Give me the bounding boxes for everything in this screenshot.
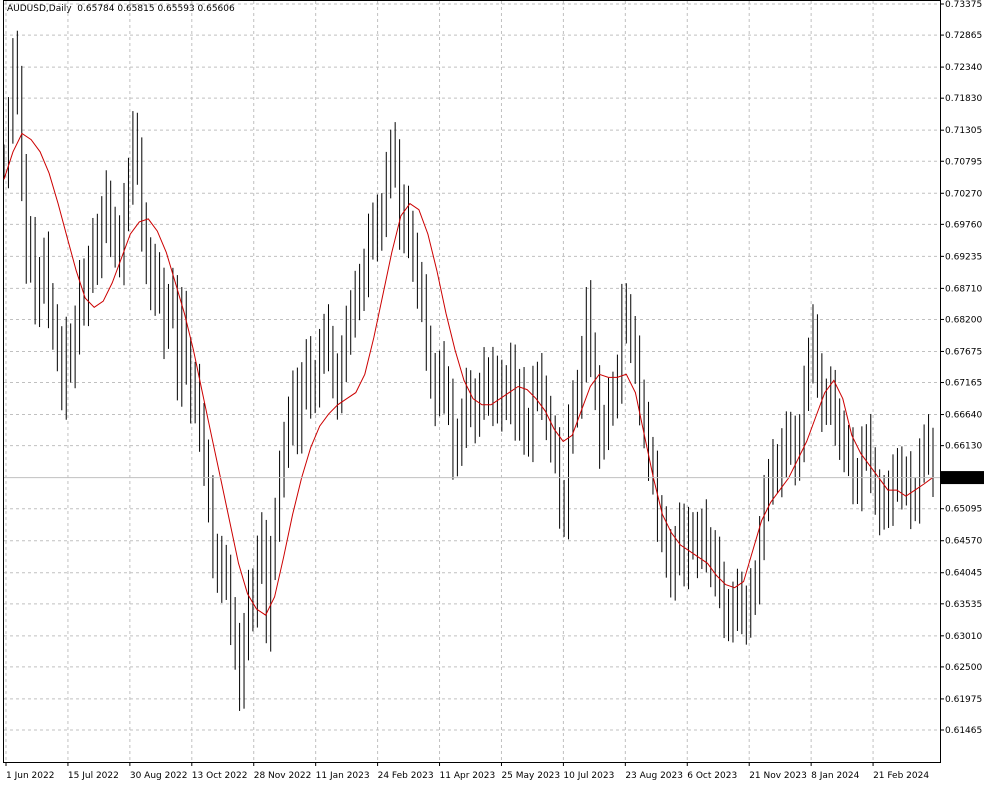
y-tick-label: 0.67675	[945, 347, 982, 357]
x-tick-label: 8 Jan 2024	[811, 771, 859, 781]
x-axis: 1 Jun 2022 15 Jul 2022 30 Aug 2022 13 Oct 2…	[5, 762, 929, 781]
y-tick-label: 0.72865	[945, 31, 982, 41]
x-tick-label: 10 Jul 2023	[563, 771, 614, 781]
y-tick-label: 0.73375	[945, 0, 982, 10]
y-tick-label: 0.66130	[945, 442, 982, 452]
y-tick-label: 0.68710	[945, 284, 982, 294]
y-tick-label: 0.65095	[945, 505, 982, 515]
y-tick-label: 0.62500	[945, 663, 982, 673]
grid	[4, 1, 940, 762]
y-tick-label: 0.70795	[945, 157, 982, 167]
y-tick-label: 0.68200	[945, 315, 982, 325]
price-chart[interactable]: 0.73375 0.72865 0.72340 0.71830 0.71305 0.707…	[0, 0, 985, 787]
x-tick-label: 23 Aug 2023	[625, 771, 683, 781]
y-tick-label: 0.64570	[945, 537, 982, 547]
y-tick-label: 0.64045	[945, 569, 982, 579]
moving-average-line	[3, 132, 934, 616]
x-tick-label: 6 Oct 2023	[687, 771, 737, 781]
x-tick-label: 11 Apr 2023	[440, 771, 496, 781]
y-tick-label: 0.70270	[945, 189, 982, 199]
y-tick-label: 0.61465	[945, 726, 982, 736]
y-tick-label: 0.71305	[945, 126, 982, 136]
x-tick-label: 1 Jun 2022	[6, 771, 54, 781]
x-tick-label: 21 Feb 2024	[873, 771, 929, 781]
y-tick-label: 0.63535	[945, 600, 982, 610]
y-axis: 0.73375 0.72865 0.72340 0.71830 0.71305 0.707…	[940, 0, 982, 736]
x-tick-label: 15 Jul 2022	[68, 771, 119, 781]
price-bars	[3, 30, 934, 711]
x-tick-label: 30 Aug 2022	[130, 771, 188, 781]
y-tick-label: 0.66640	[945, 411, 982, 421]
x-tick-label: 13 Oct 2022	[192, 771, 248, 781]
y-tick-label: 0.63010	[945, 632, 982, 642]
current-price-tag: 0.65606	[941, 471, 984, 485]
y-tick-label: 0.69760	[945, 220, 982, 230]
y-tick-label: 0.69235	[945, 252, 982, 262]
y-tick-label: 0.61975	[945, 695, 982, 705]
current-price-tag-label: 0.65606	[945, 474, 982, 484]
y-tick-label: 0.72340	[945, 63, 982, 73]
y-tick-label: 0.71830	[945, 94, 982, 104]
x-tick-label: 24 Feb 2023	[378, 771, 434, 781]
x-tick-label: 25 May 2023	[501, 771, 560, 781]
x-tick-label: 28 Nov 2022	[254, 771, 312, 781]
x-tick-label: 21 Nov 2023	[749, 771, 807, 781]
x-tick-label: 11 Jan 2023	[316, 771, 370, 781]
plot-frame	[3, 0, 941, 763]
y-tick-label: 0.67165	[945, 379, 982, 389]
